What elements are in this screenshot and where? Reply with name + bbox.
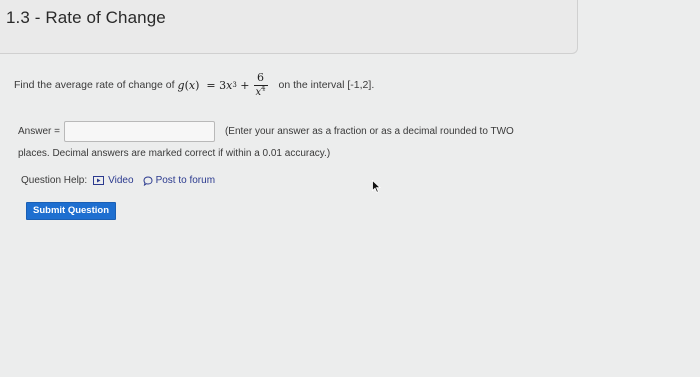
question-text: Find the average rate of change of g(x) … — [14, 72, 374, 98]
answer-instructions-line2: places. Decimal answers are marked corre… — [18, 148, 331, 159]
video-icon — [93, 176, 105, 185]
mouse-cursor-icon — [372, 180, 381, 193]
fraction-numerator: 6 — [257, 71, 265, 84]
equals-sign: = — [206, 78, 216, 92]
submit-question-button[interactable]: Submit Question — [26, 202, 116, 220]
post-to-forum-link[interactable]: Post to forum — [143, 175, 215, 186]
interval-text: on the interval [-1,2]. — [278, 79, 375, 91]
plus-sign: + — [240, 78, 250, 92]
fraction-denominator: x4 — [255, 84, 266, 98]
denominator-exponent: 4 — [261, 84, 266, 93]
question-help-label: Question Help: — [21, 175, 88, 186]
coefficient: 3 — [219, 78, 227, 92]
video-link-label: Video — [108, 175, 134, 186]
function-variable: x — [188, 78, 196, 92]
question-help: Question Help: Video Post to forum — [21, 175, 215, 186]
post-to-forum-label: Post to forum — [155, 175, 216, 186]
question-prefix: Find the average rate of change of — [14, 79, 175, 91]
page-header: 1.3 - Rate of Change — [0, 0, 578, 54]
fraction: 6 x4 — [253, 71, 268, 98]
function-name: g — [177, 78, 185, 92]
forum-bubble-icon — [143, 175, 153, 186]
answer-input[interactable] — [63, 121, 215, 142]
answer-instructions-line1: (Enter your answer as a fraction or as a… — [224, 126, 514, 137]
video-link[interactable]: Video — [93, 175, 134, 186]
math-expression: g(x) = 3x3 + 6 x4 — [177, 71, 268, 98]
page-title: 1.3 - Rate of Change — [6, 8, 166, 27]
answer-label: Answer = — [18, 126, 60, 137]
answer-row: Answer = (Enter your answer as a fractio… — [18, 121, 514, 142]
